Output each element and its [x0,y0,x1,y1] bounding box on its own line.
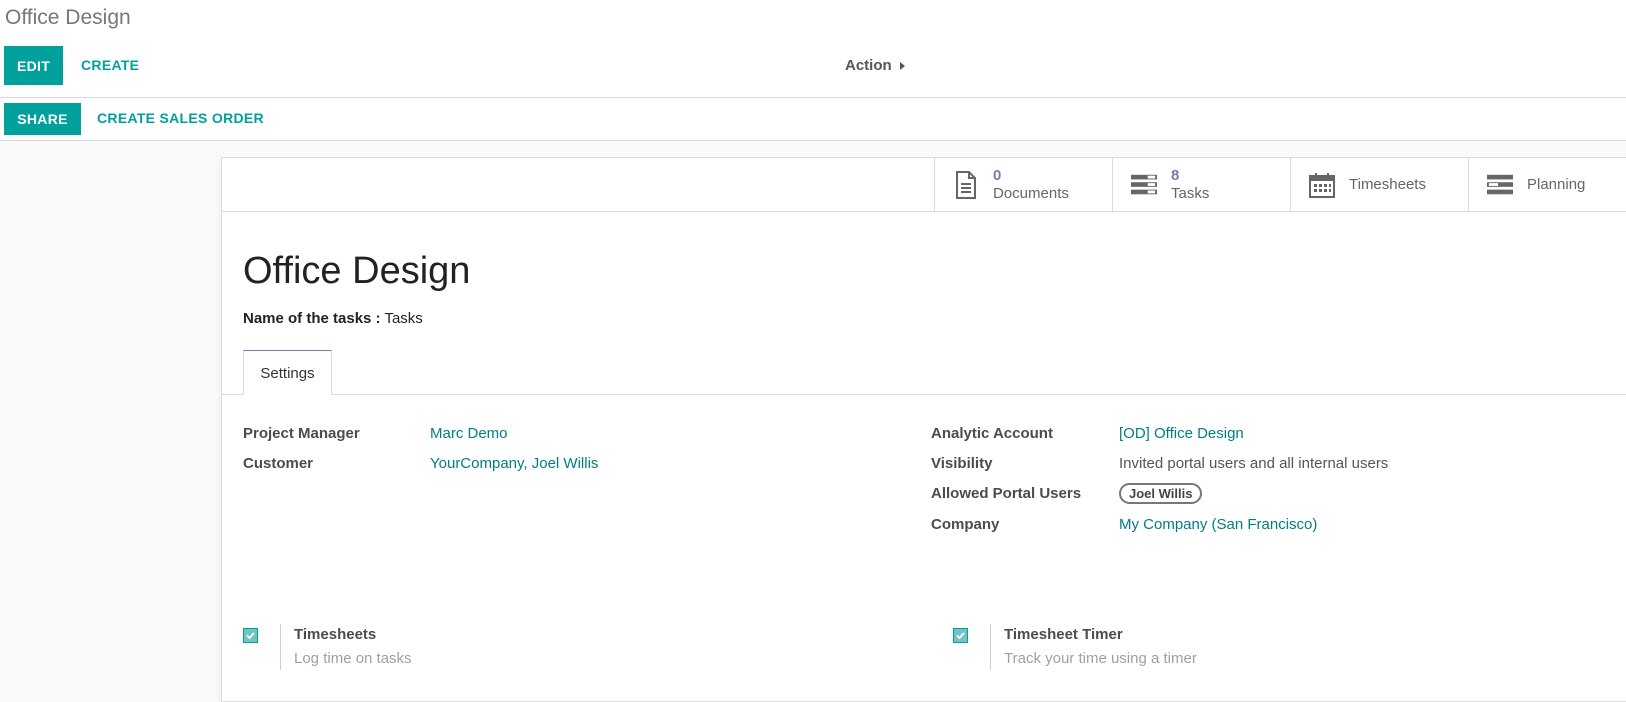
planning-label: Planning [1527,175,1586,193]
breadcrumb: Office Design [5,6,131,29]
action-label: Action [845,57,892,74]
documents-label: Documents [993,184,1069,202]
tasks-smart-button[interactable]: 8 Tasks [1112,158,1290,211]
form-sheet: 0 Documents 8 Tasks Timesheets Planning … [221,157,1626,702]
company-link[interactable]: My Company (San Francisco) [1119,516,1317,533]
portal-user-tag[interactable]: Joel Willis [1119,483,1203,504]
calendar-icon [1309,171,1335,199]
timesheets-option-title: Timesheets [294,626,377,643]
timesheets-option-help: Log time on tasks [294,650,412,667]
analytic-account-link[interactable]: [OD] Office Design [1119,425,1244,442]
action-dropdown[interactable]: Action [845,57,905,74]
notebook-tab-bar [222,394,1626,395]
allowed-portal-users-label: Allowed Portal Users [931,485,1082,502]
project-manager-link[interactable]: Marc Demo [430,425,508,442]
edit-button[interactable]: EDIT [4,46,63,85]
create-button[interactable]: CREATE [81,57,139,73]
checkmark-icon [956,632,965,640]
visibility-value: Invited portal users and all internal us… [1119,455,1389,472]
visibility-label: Visibility [931,455,993,472]
create-sales-order-button[interactable]: CREATE SALES ORDER [97,110,264,126]
documents-smart-button[interactable]: 0 Documents [934,158,1112,211]
share-button[interactable]: SHARE [4,103,81,135]
tasks-label: Tasks [1171,184,1210,202]
timesheets-checkbox[interactable] [243,628,258,643]
caret-right-icon [899,61,905,70]
option-divider [990,624,991,670]
timesheet-timer-checkbox[interactable] [953,628,968,643]
option-divider [280,624,281,670]
customer-link[interactable]: YourCompany, Joel Willis [430,455,598,472]
tasks-name-label: Name of the tasks : [243,310,381,327]
tasks-name-field: Name of the tasks : Tasks [243,310,423,327]
header-divider [0,97,1626,98]
tab-settings[interactable]: Settings [243,350,332,395]
analytic-account-label: Analytic Account [931,425,1053,442]
timesheet-timer-option-title: Timesheet Timer [1004,626,1123,643]
project-manager-label: Project Manager [243,425,360,442]
document-icon [953,170,979,199]
planning-icon [1487,171,1513,199]
customer-label: Customer [243,455,314,472]
documents-count: 0 [993,166,1002,184]
planning-smart-button[interactable]: Planning [1468,158,1626,211]
record-title: Office Design [243,250,471,292]
tasks-name-value: Tasks [384,310,423,327]
company-label: Company [931,516,1000,533]
tasks-icon [1131,171,1157,199]
smart-button-box: 0 Documents 8 Tasks Timesheets Planning [222,158,1626,212]
tasks-count: 8 [1171,166,1180,184]
checkmark-icon [246,632,255,640]
timesheets-smart-button[interactable]: Timesheets [1290,158,1468,211]
timesheet-timer-option-help: Track your time using a timer [1004,650,1197,667]
timesheets-label: Timesheets [1349,175,1426,193]
